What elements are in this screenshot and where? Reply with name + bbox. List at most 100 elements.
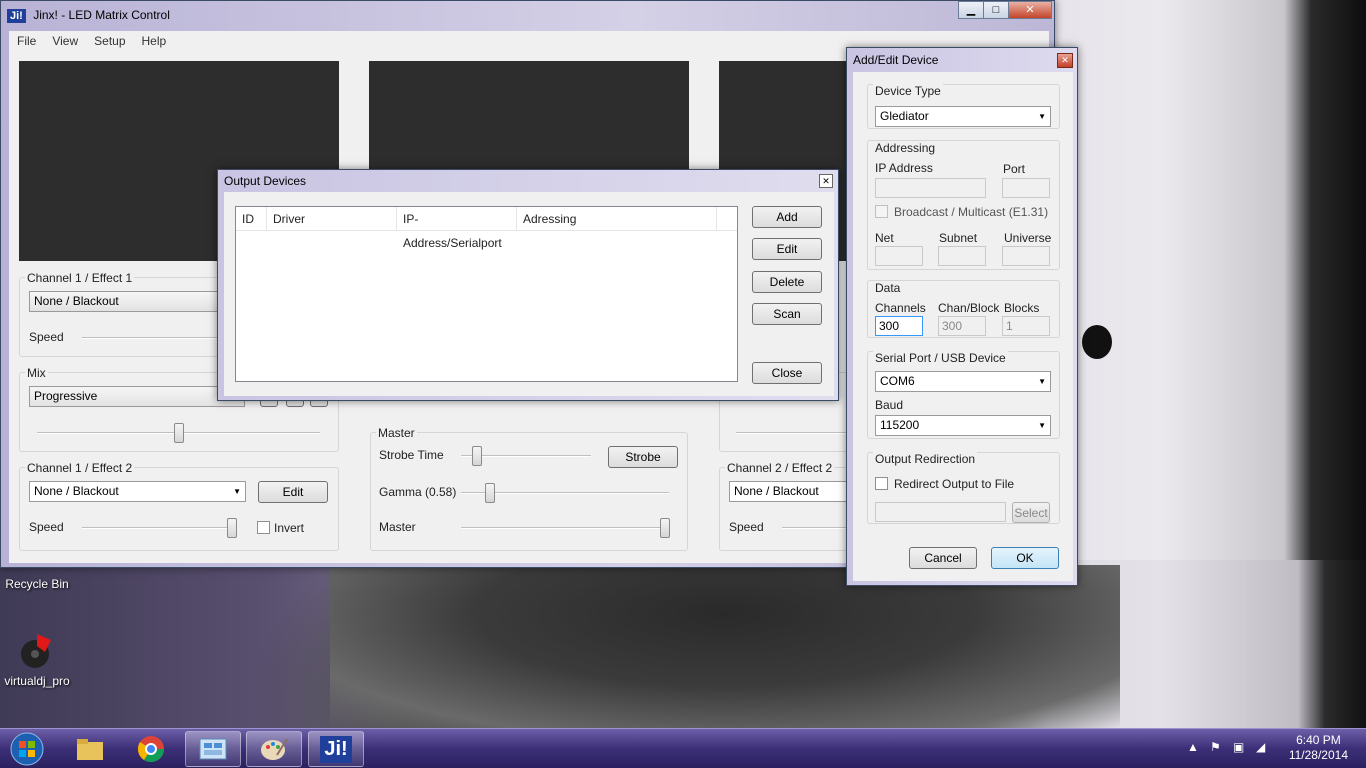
strobe-time-thumb[interactable] <box>472 446 482 466</box>
action-center-flag-icon[interactable]: ⚑ <box>1210 740 1221 754</box>
add-edit-close-icon[interactable]: ✕ <box>1057 53 1073 68</box>
channel1-effect2-speed-label: Speed <box>29 520 64 534</box>
cancel-button[interactable]: Cancel <box>909 547 977 569</box>
menu-help[interactable]: Help <box>134 34 175 48</box>
delete-device-button[interactable]: Delete <box>752 271 822 293</box>
taskbar-explorer[interactable] <box>62 731 118 767</box>
virtualdj-desktop-icon[interactable]: virtualdj_pro <box>2 630 72 688</box>
mix-mode-select[interactable]: Progressive <box>29 386 245 407</box>
blocks-label: Blocks <box>1004 301 1040 315</box>
channel1-effect2-label: Channel 1 / Effect 2 <box>25 461 135 475</box>
ip-address-label: IP Address <box>875 161 933 175</box>
gamma-label: Gamma (0.58) <box>379 485 457 499</box>
menu-file[interactable]: File <box>9 34 44 48</box>
add-edit-titlebar[interactable]: Add/Edit Device ✕ <box>847 48 1077 72</box>
ok-button[interactable]: OK <box>991 547 1059 569</box>
net-field[interactable] <box>875 246 923 266</box>
close-button[interactable]: ✕ <box>1008 1 1052 19</box>
broadcast-checkbox[interactable] <box>875 205 888 218</box>
taskbar-paint[interactable] <box>246 731 302 767</box>
invert-checkbox[interactable] <box>257 521 270 534</box>
channel1-effect2-select[interactable]: None / Blackout ▼ <box>29 481 246 502</box>
output-devices-close-icon[interactable]: ✕ <box>819 174 833 188</box>
master-thumb[interactable] <box>660 518 670 538</box>
channel2-effect2-value: None / Blackout <box>734 484 819 498</box>
add-device-button[interactable]: Add <box>752 206 822 228</box>
chevron-down-icon: ▼ <box>1038 112 1046 121</box>
master-group-label: Master <box>376 426 417 440</box>
clock-time: 6:40 PM <box>1296 733 1341 747</box>
channel1-effect2-speed-track <box>82 527 237 529</box>
mix-mode-value: Progressive <box>34 389 98 403</box>
column-driver[interactable]: Driver <box>267 207 397 231</box>
mix-crossfader-thumb[interactable] <box>174 423 184 443</box>
clock-date: 11/28/2014 <box>1288 748 1348 762</box>
baud-select[interactable]: 115200 ▼ <box>875 415 1051 436</box>
strobe-button[interactable]: Strobe <box>608 446 678 468</box>
serial-port-select[interactable]: COM6 ▼ <box>875 371 1051 392</box>
chan-block-field[interactable]: 300 <box>938 316 986 336</box>
menu-setup[interactable]: Setup <box>86 34 133 48</box>
system-clock[interactable]: 6:40 PM 11/28/2014 <box>1289 733 1348 763</box>
output-devices-close-button[interactable]: Close <box>752 362 822 384</box>
blocks-field[interactable]: 1 <box>1002 316 1050 336</box>
chevron-down-icon: ▼ <box>1038 377 1046 386</box>
maximize-button[interactable]: □ <box>983 1 1009 19</box>
redirect-select-button[interactable]: Select <box>1012 502 1050 523</box>
add-edit-client: Device Type Glediator ▼ Addressing IP Ad… <box>853 72 1073 581</box>
network-icon[interactable]: ◢ <box>1256 740 1265 754</box>
show-hidden-icons-icon[interactable]: ▲ <box>1187 740 1199 754</box>
chan-block-label: Chan/Block <box>938 301 1000 315</box>
channel1-effect2-edit-button[interactable]: Edit <box>258 481 328 503</box>
column-ip-address[interactable]: IP-Address/Serialport <box>397 207 517 250</box>
usb-device-icon[interactable]: ▣ <box>1233 740 1244 754</box>
channel1-effect1-speed-label: Speed <box>29 330 64 344</box>
output-devices-titlebar[interactable]: Output Devices ✕ <box>218 170 838 192</box>
gamma-thumb[interactable] <box>485 483 495 503</box>
taskbar-jinx[interactable]: Ji! <box>308 731 364 767</box>
taskbar-control-panel[interactable] <box>185 731 241 767</box>
chevron-down-icon: ▼ <box>1038 421 1046 430</box>
mix-label: Mix <box>25 366 48 380</box>
folder-icon <box>77 739 103 760</box>
add-edit-device-dialog: Add/Edit Device ✕ Device Type Glediator … <box>846 47 1078 586</box>
universe-label: Universe <box>1004 231 1052 245</box>
output-devices-list[interactable]: ID Driver IP-Address/Serialport Adressin… <box>235 206 738 382</box>
redirect-label: Output Redirection <box>873 452 978 466</box>
chevron-down-icon: ▼ <box>233 487 241 496</box>
net-label: Net <box>875 231 894 245</box>
start-button[interactable] <box>2 731 52 767</box>
device-type-select[interactable]: Glediator ▼ <box>875 106 1051 127</box>
menu-view[interactable]: View <box>44 34 86 48</box>
serial-port-value: COM6 <box>880 374 915 388</box>
minimize-button[interactable]: ▁ <box>958 1 984 19</box>
universe-field[interactable] <box>1002 246 1050 266</box>
scan-devices-button[interactable]: Scan <box>752 303 822 325</box>
column-adressing[interactable]: Adressing <box>517 207 717 231</box>
master-label: Master <box>379 520 416 534</box>
channel1-effect2-speed-thumb[interactable] <box>227 518 237 538</box>
wallpaper-detail <box>1082 325 1112 359</box>
channels-field[interactable]: 300 <box>875 316 923 336</box>
main-titlebar[interactable]: Ji! Jinx! - LED Matrix Control ▁ □ ✕ <box>1 1 1054 29</box>
column-id[interactable]: ID <box>236 207 267 231</box>
jinx-taskbar-icon: Ji! <box>320 735 352 763</box>
channel1-effect1-label: Channel 1 / Effect 1 <box>25 271 135 285</box>
edit-device-button[interactable]: Edit <box>752 238 822 260</box>
channel2-mix-track[interactable] <box>736 432 856 434</box>
taskbar-chrome[interactable] <box>123 731 179 767</box>
invert-label: Invert <box>274 521 305 535</box>
wallpaper-cat <box>330 565 1120 728</box>
port-field[interactable] <box>1002 178 1050 198</box>
redirect-checkbox[interactable] <box>875 477 888 490</box>
channel1-effect2-value: None / Blackout <box>34 484 119 498</box>
redirect-file-field[interactable] <box>875 502 1006 522</box>
output-devices-title: Output Devices <box>224 174 307 188</box>
subnet-label: Subnet <box>939 231 978 245</box>
subnet-field[interactable] <box>938 246 986 266</box>
broadcast-label: Broadcast / Multicast (E1.31) <box>894 205 1049 219</box>
ip-address-field[interactable] <box>875 178 986 198</box>
recycle-bin-icon[interactable]: Recycle Bin <box>2 577 72 591</box>
channel1-effect1-value: None / Blackout <box>34 294 119 308</box>
paint-palette-icon <box>261 738 288 760</box>
